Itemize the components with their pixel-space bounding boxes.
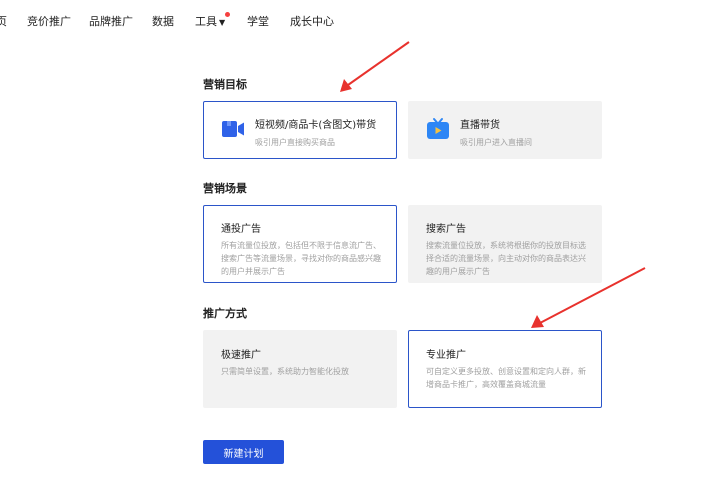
promotion-method-title: 推广方式 (203, 307, 247, 320)
scene-option-desc: 搜索流量位投放，系统将根据你的投放目标选择合适的流量场景，向主动对你的商品表达兴… (426, 241, 586, 276)
scene-option-title: 搜索广告 (426, 224, 466, 235)
marketing-scene-title: 营销场景 (203, 182, 247, 195)
video-camera-icon (222, 121, 244, 137)
nav-item-academy[interactable]: 学堂 (247, 13, 269, 29)
goal-option-desc: 吸引用户进入直播间 (460, 138, 532, 147)
nav-item-tools-label: 工具 (195, 15, 217, 28)
goal-option-short-video[interactable]: 短视频/商品卡(含图文)带货 吸引用户直接购买商品 (203, 101, 397, 159)
method-option-fast[interactable]: 极速推广 只需简单设置，系统助力智能化投放 (203, 330, 397, 408)
goal-option-title: 短视频/商品卡(含图文)带货 (255, 120, 377, 131)
annotation-arrow-line (347, 41, 410, 86)
method-option-desc: 只需简单设置，系统助力智能化投放 (221, 367, 349, 376)
method-option-title: 极速推广 (221, 350, 261, 361)
nav-item-bidding-promotion[interactable]: 竞价推广 (27, 13, 71, 29)
nav-item-data[interactable]: 数据 (152, 13, 174, 29)
method-option-title: 专业推广 (426, 350, 466, 361)
scene-option-general[interactable]: 通投广告 所有流量位投放，包括但不限于信息流广告、搜索广告等流量场景，寻找对你的… (203, 205, 397, 283)
scene-option-search[interactable]: 搜索广告 搜索流量位投放，系统将根据你的投放目标选择合适的流量场景，向主动对你的… (408, 205, 602, 283)
annotation-arrowhead (340, 79, 352, 92)
top-nav: 页 竞价推广 品牌推广 数据 工具 ▼ 学堂 成长中心 (0, 0, 704, 40)
nav-item-growth-center[interactable]: 成长中心 (290, 13, 334, 29)
scene-option-title: 通投广告 (221, 224, 261, 235)
marketing-goal-title: 营销目标 (203, 78, 247, 91)
method-option-professional[interactable]: 专业推广 可自定义更多投放、创意设置和定向人群，新增商品卡推广，高效覆盖商城流量 (408, 330, 602, 408)
nav-item-home[interactable]: 页 (0, 13, 7, 29)
tv-icon (427, 118, 449, 139)
annotation-arrowhead (531, 315, 544, 328)
create-plan-button[interactable]: 新建计划 (203, 440, 284, 464)
chevron-down-icon: ▼ (219, 18, 226, 27)
nav-item-tools[interactable]: 工具 ▼ (195, 13, 225, 29)
method-option-desc: 可自定义更多投放、创意设置和定向人群，新增商品卡推广，高效覆盖商城流量 (426, 367, 586, 389)
goal-option-desc: 吸引用户直接购买商品 (255, 138, 335, 147)
goal-option-title: 直播带货 (460, 120, 500, 131)
nav-item-brand-promotion[interactable]: 品牌推广 (89, 13, 133, 29)
goal-option-live-stream[interactable]: 直播带货 吸引用户进入直播间 (408, 101, 602, 159)
scene-option-desc: 所有流量位投放，包括但不限于信息流广告、搜索广告等流量场景，寻找对你的商品感兴趣… (221, 241, 381, 276)
notification-dot (225, 12, 230, 17)
